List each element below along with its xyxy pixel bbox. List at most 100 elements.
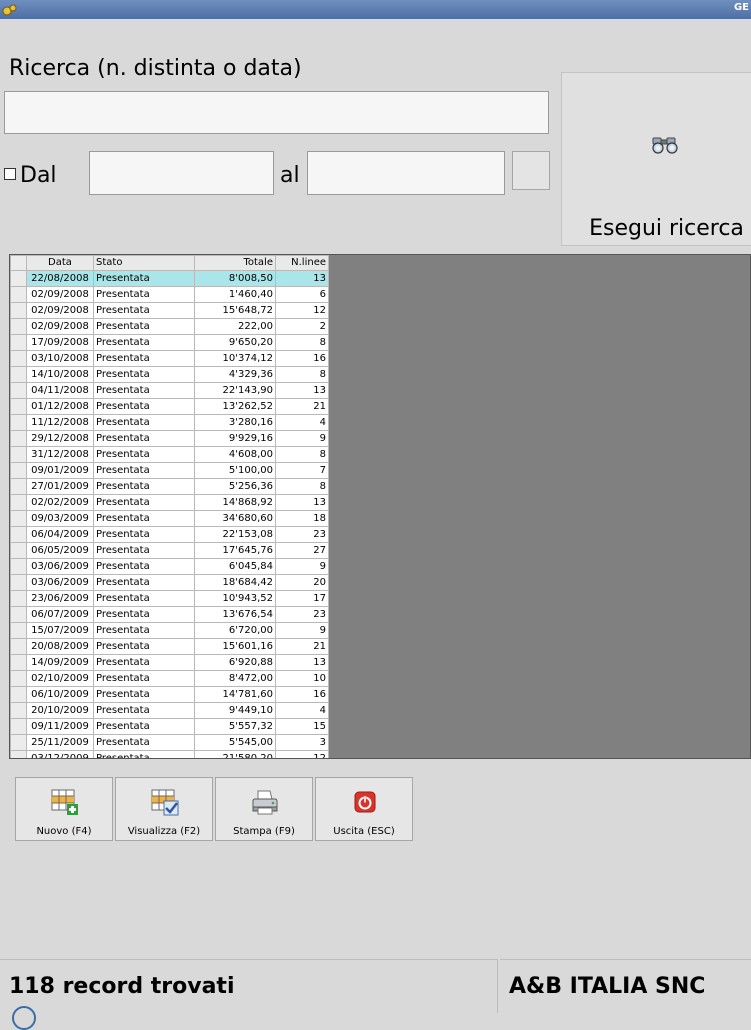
- row-selector[interactable]: [10, 494, 27, 511]
- row-selector[interactable]: [10, 686, 27, 703]
- table-row[interactable]: 02/09/2008 Presentata 1'460,40 6: [10, 286, 329, 303]
- column-header-nlinee[interactable]: N.linee: [275, 255, 329, 271]
- row-selector[interactable]: [10, 382, 27, 399]
- view-button[interactable]: Visualizza (F2): [115, 777, 213, 841]
- cell-nlinee: 17: [275, 590, 329, 607]
- cell-totale: 4'329,36: [194, 366, 276, 383]
- cell-data: 20/10/2009: [26, 702, 94, 719]
- table-row[interactable]: 02/09/2008 Presentata 15'648,72 12: [10, 302, 329, 319]
- row-selector[interactable]: [10, 638, 27, 655]
- table-row[interactable]: 29/12/2008 Presentata 9'929,16 9: [10, 430, 329, 447]
- dal-checkbox[interactable]: [4, 168, 16, 180]
- table-row[interactable]: 04/11/2008 Presentata 22'143,90 13: [10, 382, 329, 399]
- view-grid-icon: [151, 789, 179, 816]
- table-row[interactable]: 25/11/2009 Presentata 5'545,00 3: [10, 734, 329, 751]
- row-selector[interactable]: [10, 398, 27, 415]
- cell-totale: 10'943,52: [194, 590, 276, 607]
- table-row[interactable]: 31/12/2008 Presentata 4'608,00 8: [10, 446, 329, 463]
- table-row[interactable]: 03/12/2009 Presentata 21'580,20 12: [10, 750, 329, 758]
- row-selector[interactable]: [10, 670, 27, 687]
- row-selector[interactable]: [10, 606, 27, 623]
- date-to-input[interactable]: [307, 151, 505, 195]
- row-selector[interactable]: [10, 718, 27, 735]
- row-selector[interactable]: [10, 366, 27, 383]
- row-selector[interactable]: [10, 462, 27, 479]
- row-selector[interactable]: [10, 622, 27, 639]
- cell-totale: 5'100,00: [194, 462, 276, 479]
- cell-nlinee: 13: [275, 494, 329, 511]
- table-row[interactable]: 09/11/2009 Presentata 5'557,32 15: [10, 718, 329, 735]
- row-selector[interactable]: [10, 510, 27, 527]
- table-row[interactable]: 20/08/2009 Presentata 15'601,16 21: [10, 638, 329, 655]
- row-selector[interactable]: [10, 734, 27, 751]
- column-header-data[interactable]: Data: [26, 255, 94, 271]
- results-grid[interactable]: Data Stato Totale N.linee 22/08/2008 Pres…: [9, 254, 751, 759]
- row-selector[interactable]: [10, 478, 27, 495]
- table-row[interactable]: 09/01/2009 Presentata 5'100,00 7: [10, 462, 329, 479]
- row-selector[interactable]: [10, 302, 27, 319]
- al-label: al: [280, 163, 300, 188]
- table-row[interactable]: 23/06/2009 Presentata 10'943,52 17: [10, 590, 329, 607]
- row-selector[interactable]: [10, 430, 27, 447]
- row-selector[interactable]: [10, 702, 27, 719]
- cell-stato: Presentata: [93, 462, 195, 479]
- row-selector[interactable]: [10, 446, 27, 463]
- table-row[interactable]: 06/04/2009 Presentata 22'153,08 23: [10, 526, 329, 543]
- row-selector[interactable]: [10, 542, 27, 559]
- table-row[interactable]: 14/09/2009 Presentata 6'920,88 13: [10, 654, 329, 671]
- print-button[interactable]: Stampa (F9): [215, 777, 313, 841]
- cell-stato: Presentata: [93, 718, 195, 735]
- cell-nlinee: 23: [275, 526, 329, 543]
- date-picker-button[interactable]: [512, 151, 550, 190]
- table-row[interactable]: 06/07/2009 Presentata 13'676,54 23: [10, 606, 329, 623]
- row-selector[interactable]: [10, 414, 27, 431]
- date-from-input[interactable]: [89, 151, 274, 195]
- row-selector[interactable]: [10, 318, 27, 335]
- table-row[interactable]: 20/10/2009 Presentata 9'449,10 4: [10, 702, 329, 719]
- row-selector[interactable]: [10, 350, 27, 367]
- table-row[interactable]: 22/08/2008 Presentata 8'008,50 13: [10, 270, 329, 287]
- table-row[interactable]: 06/10/2009 Presentata 14'781,60 16: [10, 686, 329, 703]
- row-selector[interactable]: [10, 334, 27, 351]
- row-selector[interactable]: [10, 590, 27, 607]
- column-header-stato[interactable]: Stato: [93, 255, 195, 271]
- new-button[interactable]: Nuovo (F4): [15, 777, 113, 841]
- cell-stato: Presentata: [93, 686, 195, 703]
- table-row[interactable]: 03/10/2008 Presentata 10'374,12 16: [10, 350, 329, 367]
- table-row[interactable]: 03/06/2009 Presentata 6'045,84 9: [10, 558, 329, 575]
- row-selector[interactable]: [10, 574, 27, 591]
- table-row[interactable]: 03/06/2009 Presentata 18'684,42 20: [10, 574, 329, 591]
- cell-data: 14/10/2008: [26, 366, 94, 383]
- cell-totale: 9'449,10: [194, 702, 276, 719]
- row-selector[interactable]: [10, 750, 27, 758]
- row-selector[interactable]: [10, 654, 27, 671]
- cell-data: 15/07/2009: [26, 622, 94, 639]
- search-button[interactable]: Esegui ricerca: [561, 72, 751, 246]
- table-row[interactable]: 02/09/2008 Presentata 222,00 2: [10, 318, 329, 335]
- row-selector[interactable]: [10, 286, 27, 303]
- table-row[interactable]: 09/03/2009 Presentata 34'680,60 18: [10, 510, 329, 527]
- table-row[interactable]: 02/02/2009 Presentata 14'868,92 13: [10, 494, 329, 511]
- cell-data: 02/10/2009: [26, 670, 94, 687]
- table-row[interactable]: 27/01/2009 Presentata 5'256,36 8: [10, 478, 329, 495]
- cell-stato: Presentata: [93, 478, 195, 495]
- search-input[interactable]: [4, 91, 549, 134]
- cell-stato: Presentata: [93, 382, 195, 399]
- table-row[interactable]: 17/09/2008 Presentata 9'650,20 8: [10, 334, 329, 351]
- column-header-totale[interactable]: Totale: [194, 255, 276, 271]
- table-row[interactable]: 15/07/2009 Presentata 6'720,00 9: [10, 622, 329, 639]
- exit-button[interactable]: Uscita (ESC): [315, 777, 413, 841]
- row-selector[interactable]: [10, 526, 27, 543]
- table-row[interactable]: 11/12/2008 Presentata 3'280,16 4: [10, 414, 329, 431]
- table-row[interactable]: 02/10/2009 Presentata 8'472,00 10: [10, 670, 329, 687]
- row-selector[interactable]: [10, 558, 27, 575]
- printer-icon: [252, 790, 278, 815]
- cell-nlinee: 16: [275, 686, 329, 703]
- table-row[interactable]: 06/05/2009 Presentata 17'645,76 27: [10, 542, 329, 559]
- cell-nlinee: 9: [275, 622, 329, 639]
- cell-totale: 10'374,12: [194, 350, 276, 367]
- row-selector[interactable]: [10, 270, 27, 287]
- table-row[interactable]: 01/12/2008 Presentata 13'262,52 21: [10, 398, 329, 415]
- search-label: Ricerca (n. distinta o data): [9, 56, 302, 81]
- table-row[interactable]: 14/10/2008 Presentata 4'329,36 8: [10, 366, 329, 383]
